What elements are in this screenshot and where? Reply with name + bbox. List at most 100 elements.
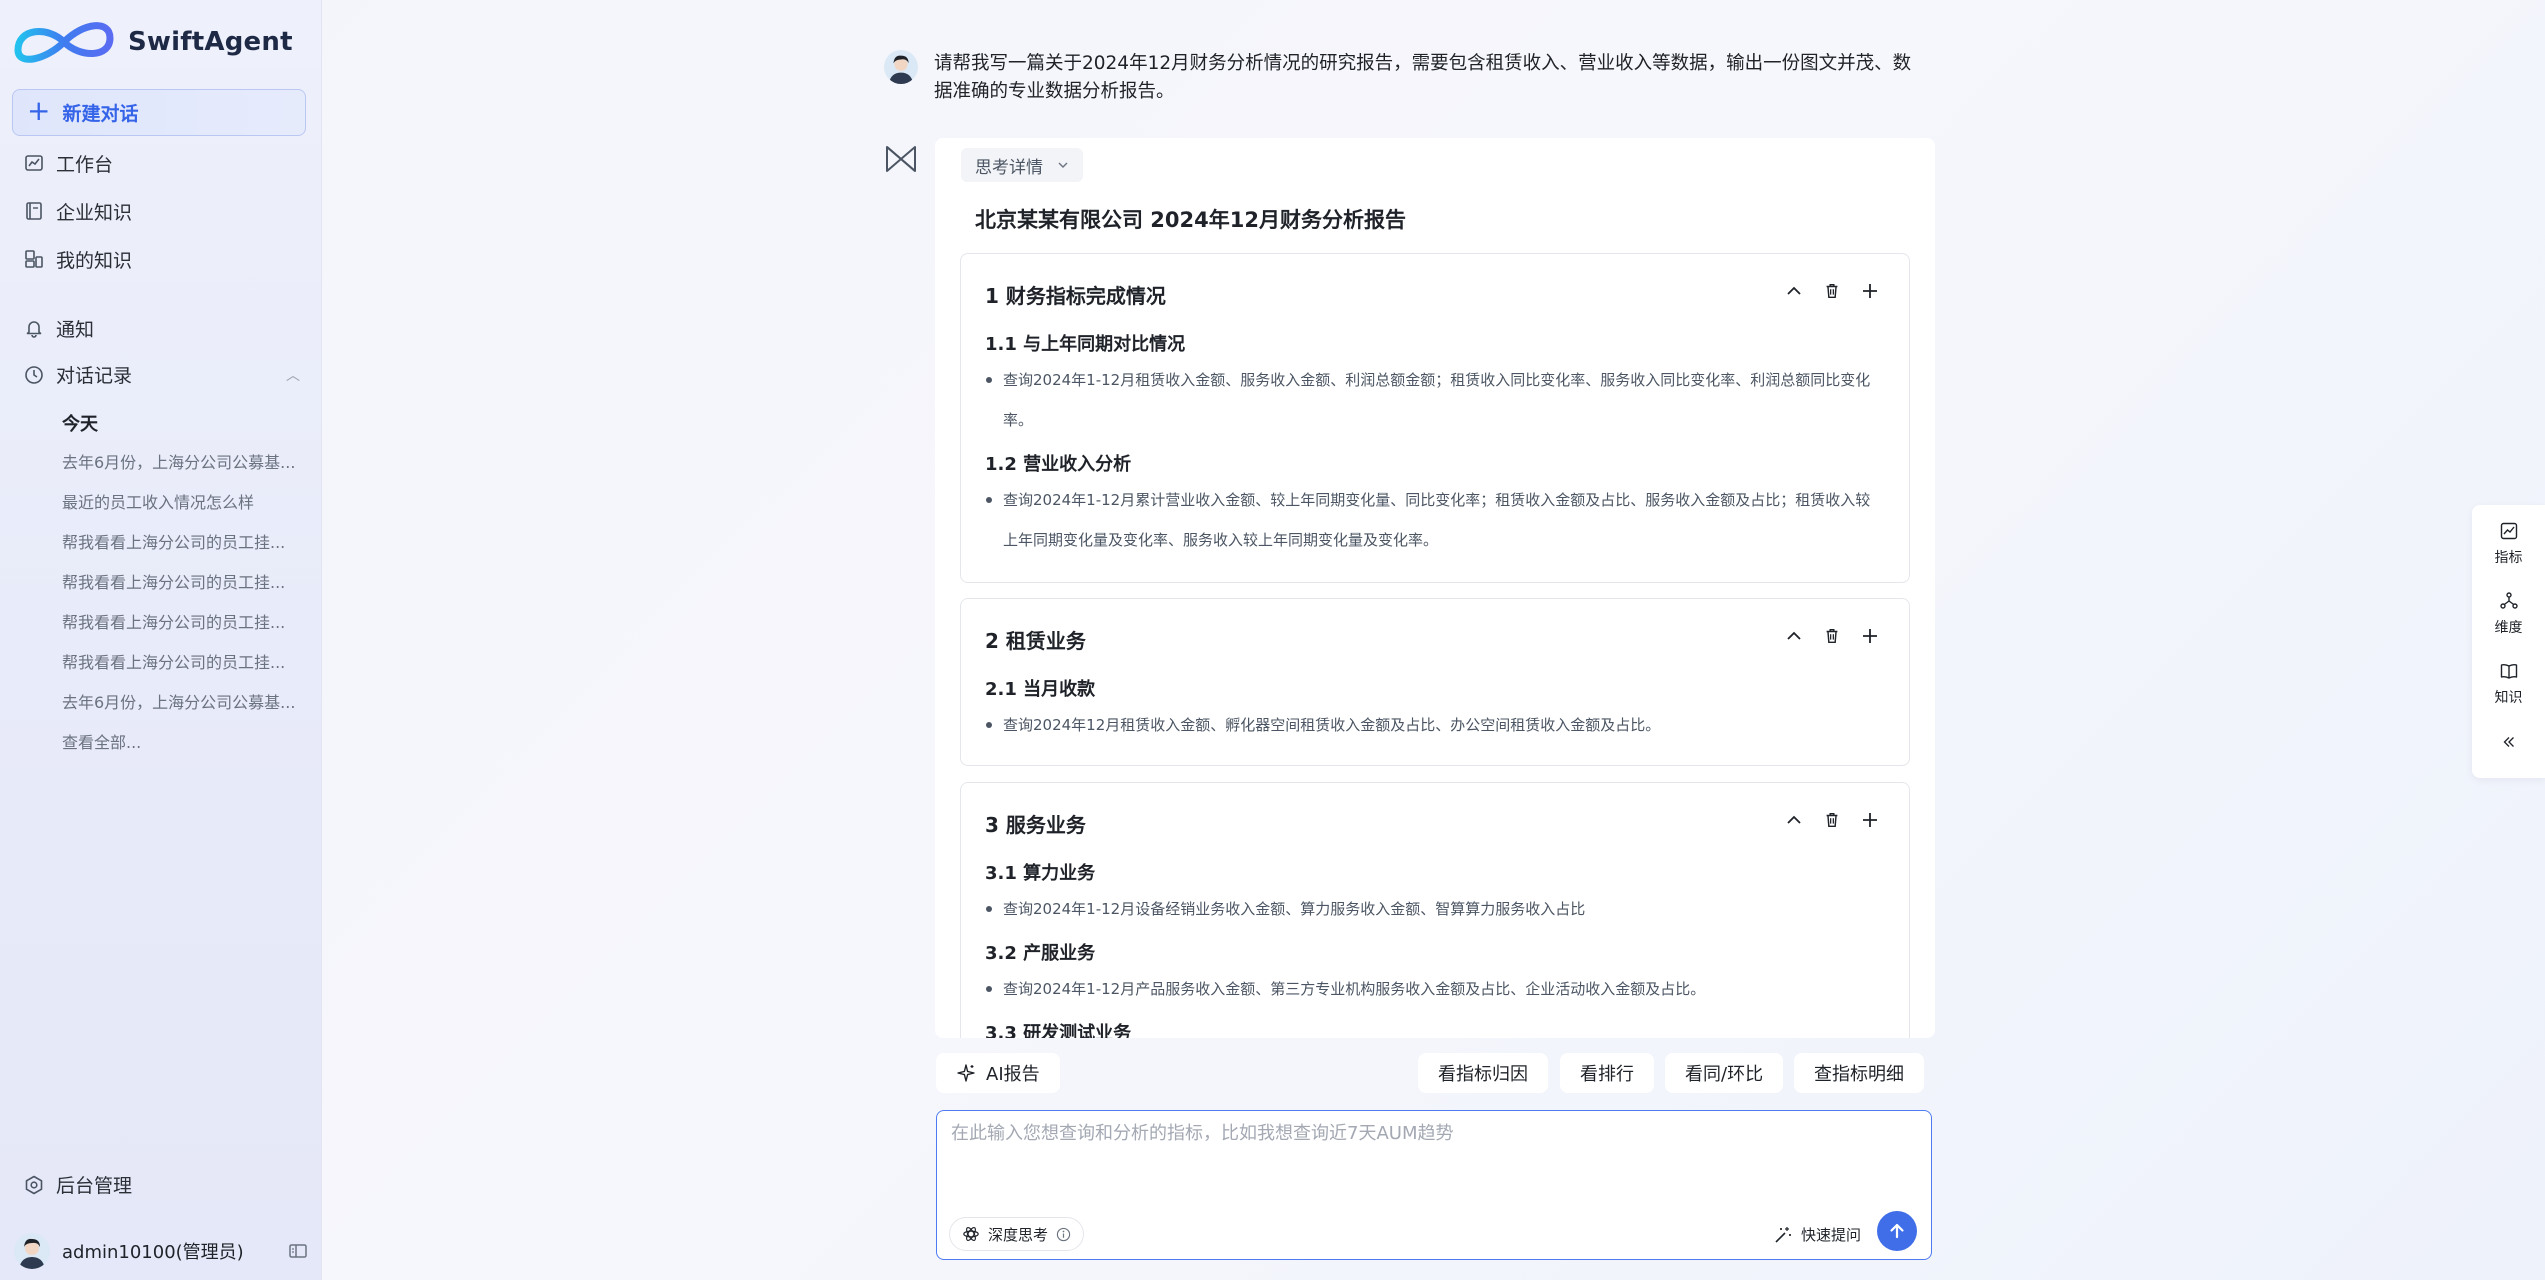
collapse-section-button[interactable] xyxy=(1783,280,1805,302)
chevron-up-icon xyxy=(1787,815,1801,824)
admin-console-link[interactable]: 后台管理 xyxy=(24,1171,132,1198)
add-section-button[interactable] xyxy=(1859,625,1881,647)
rail-item-metrics[interactable]: 指标 xyxy=(2472,521,2545,567)
history-item[interactable]: 去年6月份，上海分公司公募基... xyxy=(62,690,302,730)
plus-icon xyxy=(1863,629,1877,643)
chevron-up-icon xyxy=(1787,631,1801,640)
quick-question-button[interactable]: 快速提问 xyxy=(1773,1224,1861,1245)
collapse-section-button[interactable] xyxy=(1783,625,1805,647)
knowledge-icon xyxy=(25,250,43,268)
add-section-button[interactable] xyxy=(1859,809,1881,831)
history-item[interactable]: 帮我看看上海分公司的员工挂... xyxy=(62,530,302,570)
sidebar-item-label: 企业知识 xyxy=(56,201,133,224)
chat-history-toggle[interactable]: 对话记录 ︿ xyxy=(24,361,300,388)
deep-think-toggle[interactable]: 深度思考 xyxy=(949,1217,1085,1251)
history-item[interactable]: 最近的员工收入情况怎么样 xyxy=(62,490,302,530)
trash-icon xyxy=(1826,283,1838,299)
chevron-up-icon: ︿ xyxy=(286,367,300,384)
report-section-2: 2 租赁业务 2.1 当月收款 查询2024年12月租赁收入金额、孵化器空间租赁… xyxy=(960,598,1910,766)
plus-icon xyxy=(1863,813,1877,827)
sidebar: SwiftAgent + 新建对话 工作台 企业知识 我的知识 通知 对话记录 … xyxy=(0,0,322,1280)
sidebar-item-label: 工作台 xyxy=(56,153,114,176)
chip-label: 看排行 xyxy=(1580,1064,1634,1085)
sidebar-item-workbench[interactable]: 工作台 xyxy=(24,148,113,178)
history-item[interactable]: 去年6月份，上海分公司公募基... xyxy=(62,450,302,490)
subsection-bullet: 查询2024年12月租赁收入金额、孵化器空间租赁收入金额及占比、办公空间租赁收入… xyxy=(986,705,1883,745)
user-avatar xyxy=(884,50,918,84)
settings-hexagon-icon xyxy=(25,1175,43,1194)
section-title: 3 服务业务 xyxy=(985,813,1086,837)
section-title: 1 财务指标完成情况 xyxy=(985,284,1166,308)
metric-chart-icon xyxy=(2500,522,2517,540)
subsection-title: 3.3 研发测试业务 xyxy=(985,1023,1132,1038)
avatar xyxy=(14,1233,50,1269)
collapse-section-button[interactable] xyxy=(1783,809,1805,831)
user-message-text: 请帮我写一篇关于2024年12月财务分析情况的研究报告，需要包含租赁收入、营业收… xyxy=(934,53,1912,102)
sidebar-item-label: 我的知识 xyxy=(56,249,133,272)
quick-question-label: 快速提问 xyxy=(1800,1226,1861,1244)
add-section-button[interactable] xyxy=(1859,280,1881,302)
report-section-1: 1 财务指标完成情况 1.1 与上年同期对比情况 查询2024年1-12月租赁收… xyxy=(960,253,1910,583)
new-chat-button[interactable]: + 新建对话 xyxy=(12,89,306,136)
chip-label: 查指标明细 xyxy=(1814,1064,1904,1085)
arrow-up-icon xyxy=(1890,1223,1904,1239)
plus-icon xyxy=(1863,284,1877,298)
history-item[interactable]: 帮我看看上海分公司的员工挂... xyxy=(62,570,302,610)
info-icon[interactable] xyxy=(1056,1227,1071,1242)
app-logo[interactable]: SwiftAgent xyxy=(10,14,293,70)
rail-item-knowledge[interactable]: 知识 xyxy=(2472,661,2545,707)
assistant-logo-icon xyxy=(886,146,916,172)
subsection-title: 1.1 与上年同期对比情况 xyxy=(985,334,1186,355)
trash-icon xyxy=(1826,812,1838,828)
thinking-details-toggle[interactable]: 思考详情 xyxy=(961,148,1083,182)
section-tools xyxy=(1783,280,1881,302)
rail-item-dimensions[interactable]: 维度 xyxy=(2472,591,2545,637)
chip-ranking[interactable]: 看排行 xyxy=(1560,1053,1654,1093)
delete-section-button[interactable] xyxy=(1821,809,1843,831)
app-name: SwiftAgent xyxy=(128,27,293,57)
view-all-history-link[interactable]: 查看全部... xyxy=(62,730,302,770)
user-profile[interactable]: admin10100(管理员) xyxy=(14,1232,308,1270)
sidebar-collapse-icon[interactable] xyxy=(288,1241,308,1261)
sidebar-item-my-knowledge[interactable]: 我的知识 xyxy=(24,244,132,274)
history-item[interactable]: 帮我看看上海分公司的员工挂... xyxy=(62,610,302,650)
subsection-bullet: 查询2024年1-12月租赁收入金额、服务收入金额、利润总额金额；租赁收入同比变… xyxy=(986,360,1883,440)
book-icon xyxy=(26,202,42,220)
dimension-icon xyxy=(2499,592,2518,609)
history-list: 去年6月份，上海分公司公募基... 最近的员工收入情况怎么样 帮我看看上海分公司… xyxy=(62,450,302,770)
user-message-row: 请帮我写一篇关于2024年12月财务分析情况的研究报告，需要包含租赁收入、营业收… xyxy=(884,50,1934,106)
admin-console-label: 后台管理 xyxy=(56,1175,133,1197)
subsection-title: 1.2 营业收入分析 xyxy=(985,454,1132,475)
history-item[interactable]: 帮我看看上海分公司的员工挂... xyxy=(62,650,302,690)
subsection-bullet: 查询2024年1-12月产品服务收入金额、第三方专业机构服务收入金额及占比、企业… xyxy=(986,969,1883,1009)
right-tool-rail: 指标 维度 知识 xyxy=(2472,505,2545,778)
subsection-title: 3.2 产服业务 xyxy=(985,943,1096,964)
trash-icon xyxy=(1826,628,1838,644)
chip-metric-attribution[interactable]: 看指标归因 xyxy=(1418,1053,1548,1093)
sidebar-item-enterprise-knowledge[interactable]: 企业知识 xyxy=(24,196,132,226)
chip-metric-details[interactable]: 查指标明细 xyxy=(1794,1053,1924,1093)
deep-think-label: 深度思考 xyxy=(988,1225,1049,1244)
double-chevron-left-icon xyxy=(2503,737,2514,747)
chevron-up-icon xyxy=(1787,286,1801,295)
chip-yoy-mom[interactable]: 看同/环比 xyxy=(1665,1053,1784,1093)
delete-section-button[interactable] xyxy=(1821,280,1843,302)
chip-label: 看指标归因 xyxy=(1438,1064,1528,1085)
rail-item-label: 维度 xyxy=(2494,620,2523,636)
send-button[interactable] xyxy=(1877,1211,1917,1251)
rail-collapse-button[interactable] xyxy=(2472,733,2545,751)
magic-wand-icon xyxy=(1775,1226,1791,1243)
assistant-answer-panel: 思考详情 北京某某有限公司 2024年12月财务分析报告 1 财务指标完成情况 … xyxy=(935,138,1935,1038)
bell-icon xyxy=(26,321,42,338)
sidebar-item-label: 通知 xyxy=(56,318,95,341)
chat-input[interactable] xyxy=(951,1119,1911,1199)
thinking-details-label: 思考详情 xyxy=(975,157,1043,178)
subsection-bullet: 查询2024年1-12月设备经销业务收入金额、算力服务收入金额、智算算力服务收入… xyxy=(986,889,1883,929)
report-section-3: 3 服务业务 3.1 算力业务 查询2024年1-12月设备经销业务收入金额、算… xyxy=(960,782,1910,1038)
report-title: 北京某某有限公司 2024年12月财务分析报告 xyxy=(975,208,1406,232)
sidebar-item-notifications[interactable]: 通知 xyxy=(24,313,94,343)
chat-history-title: 对话记录 xyxy=(56,365,133,387)
new-chat-label: 新建对话 xyxy=(62,103,139,125)
ai-report-button[interactable]: AI报告 xyxy=(936,1053,1060,1093)
delete-section-button[interactable] xyxy=(1821,625,1843,647)
